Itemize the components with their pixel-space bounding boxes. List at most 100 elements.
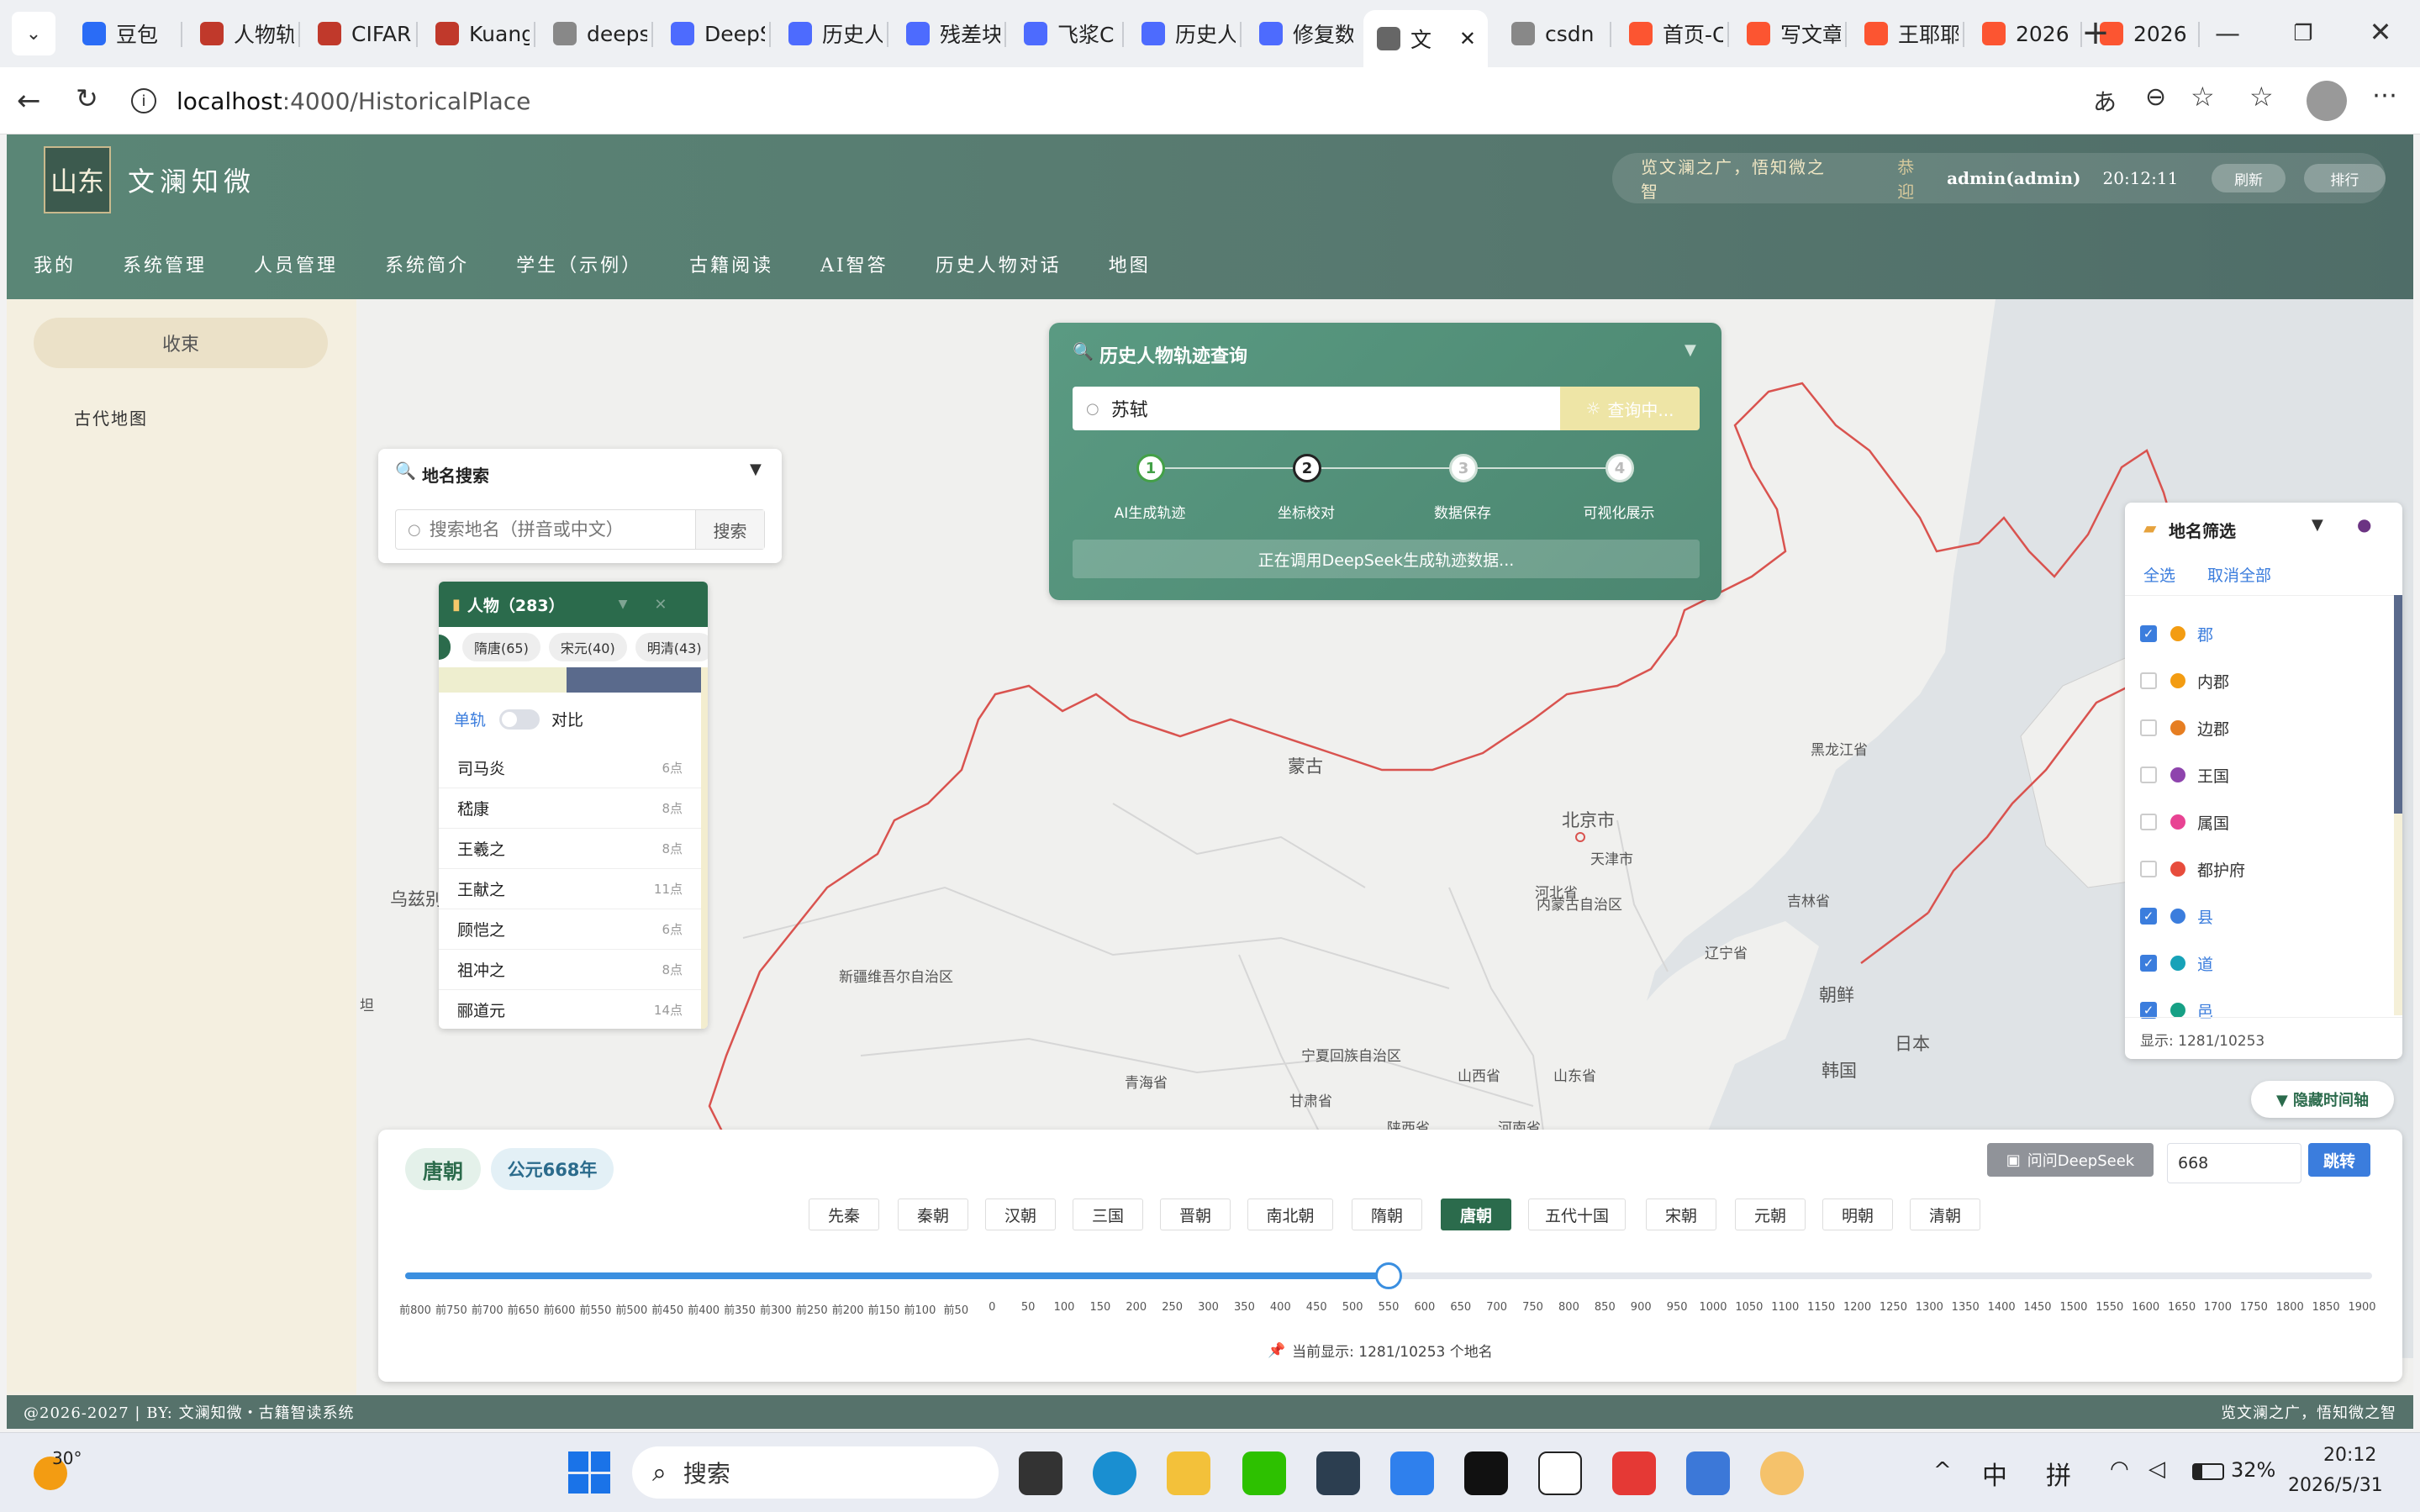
browser-tab[interactable]: Kuang (422, 10, 530, 57)
app-icon[interactable] (1760, 1451, 1804, 1495)
dynasty-button[interactable]: 先秦 (809, 1199, 879, 1230)
dynasty-button[interactable]: 三国 (1073, 1199, 1143, 1230)
nav-item[interactable]: AI智答 (820, 250, 888, 277)
person-row[interactable]: 祖冲之 8点 (439, 950, 701, 990)
collapse-arrow-icon[interactable]: ▼ (1685, 341, 1696, 359)
filter-row[interactable]: ✓ 道 (2125, 940, 2394, 987)
person-row[interactable]: 王献之 11点 (439, 869, 701, 909)
close-icon[interactable]: ✕ (654, 596, 667, 614)
terminal-icon[interactable] (1316, 1451, 1360, 1495)
new-tab-button[interactable]: + (2075, 12, 2117, 54)
browser-tab[interactable]: 人物轨 (187, 10, 294, 57)
browser-tab[interactable]: csdn (1498, 10, 1605, 57)
jump-button[interactable]: 跳转 (2308, 1143, 2370, 1177)
url-field[interactable]: i localhost:4000/HistoricalPlace (131, 77, 2064, 124)
taskbar-time[interactable]: 20:12 (2323, 1445, 2376, 1466)
checkbox[interactable] (2140, 719, 2157, 736)
taskbar-date[interactable]: 2026/5/31 (2288, 1475, 2383, 1496)
profile-avatar[interactable] (2307, 81, 2347, 121)
zoom-icon[interactable]: ⊖ (2145, 82, 2166, 112)
close-window-button[interactable]: ✕ (2364, 15, 2397, 49)
minimize-button[interactable]: — (2211, 17, 2244, 50)
tray-overflow-icon[interactable]: ^ (1933, 1458, 1952, 1483)
browser-tab[interactable]: 文 ✕ (1363, 10, 1488, 67)
vscode-icon[interactable] (1390, 1451, 1434, 1495)
nav-item[interactable]: 系统简介 (385, 250, 469, 277)
translate-icon[interactable]: あ (2093, 84, 2117, 118)
dynasty-button[interactable]: 元朝 (1735, 1199, 1806, 1230)
panda-app-icon[interactable] (1538, 1451, 1582, 1495)
dynasty-button[interactable]: 晋朝 (1160, 1199, 1231, 1230)
file-explorer-icon[interactable] (1167, 1451, 1210, 1495)
checkbox[interactable]: ✓ (2140, 908, 2157, 925)
ime-mode[interactable]: 中 (1982, 1455, 2007, 1492)
dynasty-button[interactable]: 南北朝 (1247, 1199, 1333, 1230)
filter-row[interactable]: 属国 (2125, 798, 2394, 846)
back-button[interactable]: ← (17, 84, 50, 118)
nav-item[interactable]: 地图 (1109, 250, 1151, 277)
favorites-icon[interactable]: ☆ (2249, 81, 2274, 113)
tab-list-dropdown-button[interactable]: ⌄ (12, 12, 55, 55)
mode-switch[interactable] (499, 709, 540, 730)
nav-item[interactable]: 人员管理 (254, 250, 338, 277)
checkbox[interactable] (2140, 861, 2157, 877)
filter-row[interactable]: ✓ 郡 (2125, 610, 2394, 657)
rank-button[interactable]: 排行 (2303, 164, 2386, 192)
browser-tab[interactable]: 修复数 (1246, 10, 1353, 57)
dynasty-button[interactable]: 秦朝 (898, 1199, 968, 1230)
person-row[interactable]: 郦道元 14点 (439, 990, 701, 1029)
mode-single-label[interactable]: 单轨 (454, 708, 486, 730)
select-all-link[interactable]: 全选 (2143, 563, 2175, 586)
filter-scrollbar[interactable] (2394, 595, 2402, 1015)
browser-tab[interactable]: DeepS (657, 10, 765, 57)
era-chip[interactable]: 隋唐(65) (462, 633, 540, 661)
checkbox[interactable] (2140, 814, 2157, 830)
collapse-arrow-icon[interactable]: ▼ (750, 461, 762, 478)
task-view-icon[interactable] (1019, 1451, 1062, 1495)
checkbox[interactable]: ✓ (2140, 625, 2157, 642)
brand[interactable]: 山东 文澜知微 (44, 146, 256, 213)
era-chip[interactable]: 明清(43) (635, 633, 708, 661)
nav-item[interactable]: 历史人物对话 (936, 250, 1062, 277)
checkbox[interactable] (2140, 672, 2157, 689)
person-row[interactable]: 顾恺之 6点 (439, 909, 701, 950)
era-chip-active[interactable] (439, 635, 451, 660)
intellij-icon[interactable] (1464, 1451, 1508, 1495)
nav-item[interactable]: 古籍阅读 (689, 250, 773, 277)
favorite-star-icon[interactable]: ☆ (2191, 81, 2215, 113)
timeline-slider-thumb[interactable] (1375, 1262, 1402, 1289)
nav-item[interactable]: 系统管理 (123, 250, 207, 277)
deselect-all-link[interactable]: 取消全部 (2207, 563, 2271, 586)
browser-tab[interactable]: CIFAR (304, 10, 412, 57)
scrollbar-thumb[interactable] (2394, 595, 2402, 814)
wifi-icon[interactable]: ◠ (2110, 1457, 2129, 1482)
restore-button[interactable]: ❐ (2286, 17, 2320, 50)
year-input[interactable] (2167, 1143, 2301, 1183)
refresh-button[interactable]: 刷新 (2212, 164, 2286, 192)
nav-item[interactable]: 学生（示例） (516, 250, 642, 277)
browser-tab[interactable]: 豆包 (69, 10, 177, 57)
close-tab-icon[interactable]: ✕ (1459, 27, 1476, 50)
browser-tab[interactable]: 残差块 (893, 10, 1000, 57)
nav-item[interactable]: 我的 (34, 250, 76, 277)
checkbox[interactable]: ✓ (2140, 955, 2157, 972)
person-row[interactable]: 司马炎 6点 (439, 748, 701, 788)
browser-tab[interactable]: 飞浆C (1010, 10, 1118, 57)
checkbox[interactable] (2140, 767, 2157, 783)
dynasty-button[interactable]: 宋朝 (1646, 1199, 1716, 1230)
edge-icon[interactable] (1093, 1451, 1136, 1495)
hide-timeline-button[interactable]: ▼ 隐藏时间轴 (2251, 1081, 2394, 1118)
filter-row[interactable]: 内郡 (2125, 657, 2394, 704)
dynasty-button[interactable]: 明朝 (1822, 1199, 1893, 1230)
notepad-icon[interactable] (1686, 1451, 1730, 1495)
collapse-arrow-icon[interactable]: ▼ (2312, 516, 2323, 534)
browser-tab[interactable]: 历史人 (1128, 10, 1236, 57)
place-search-input[interactable] (429, 519, 682, 540)
browser-tab[interactable]: 2026 (1969, 10, 2076, 57)
user-icon[interactable]: ● (2357, 514, 2371, 535)
start-button[interactable] (568, 1451, 610, 1494)
person-row[interactable]: 嵇康 8点 (439, 788, 701, 829)
people-list-scrollbar[interactable] (701, 667, 708, 1029)
dynasty-button[interactable]: 汉朝 (985, 1199, 1056, 1230)
volume-icon[interactable]: ◁ (2148, 1457, 2165, 1482)
